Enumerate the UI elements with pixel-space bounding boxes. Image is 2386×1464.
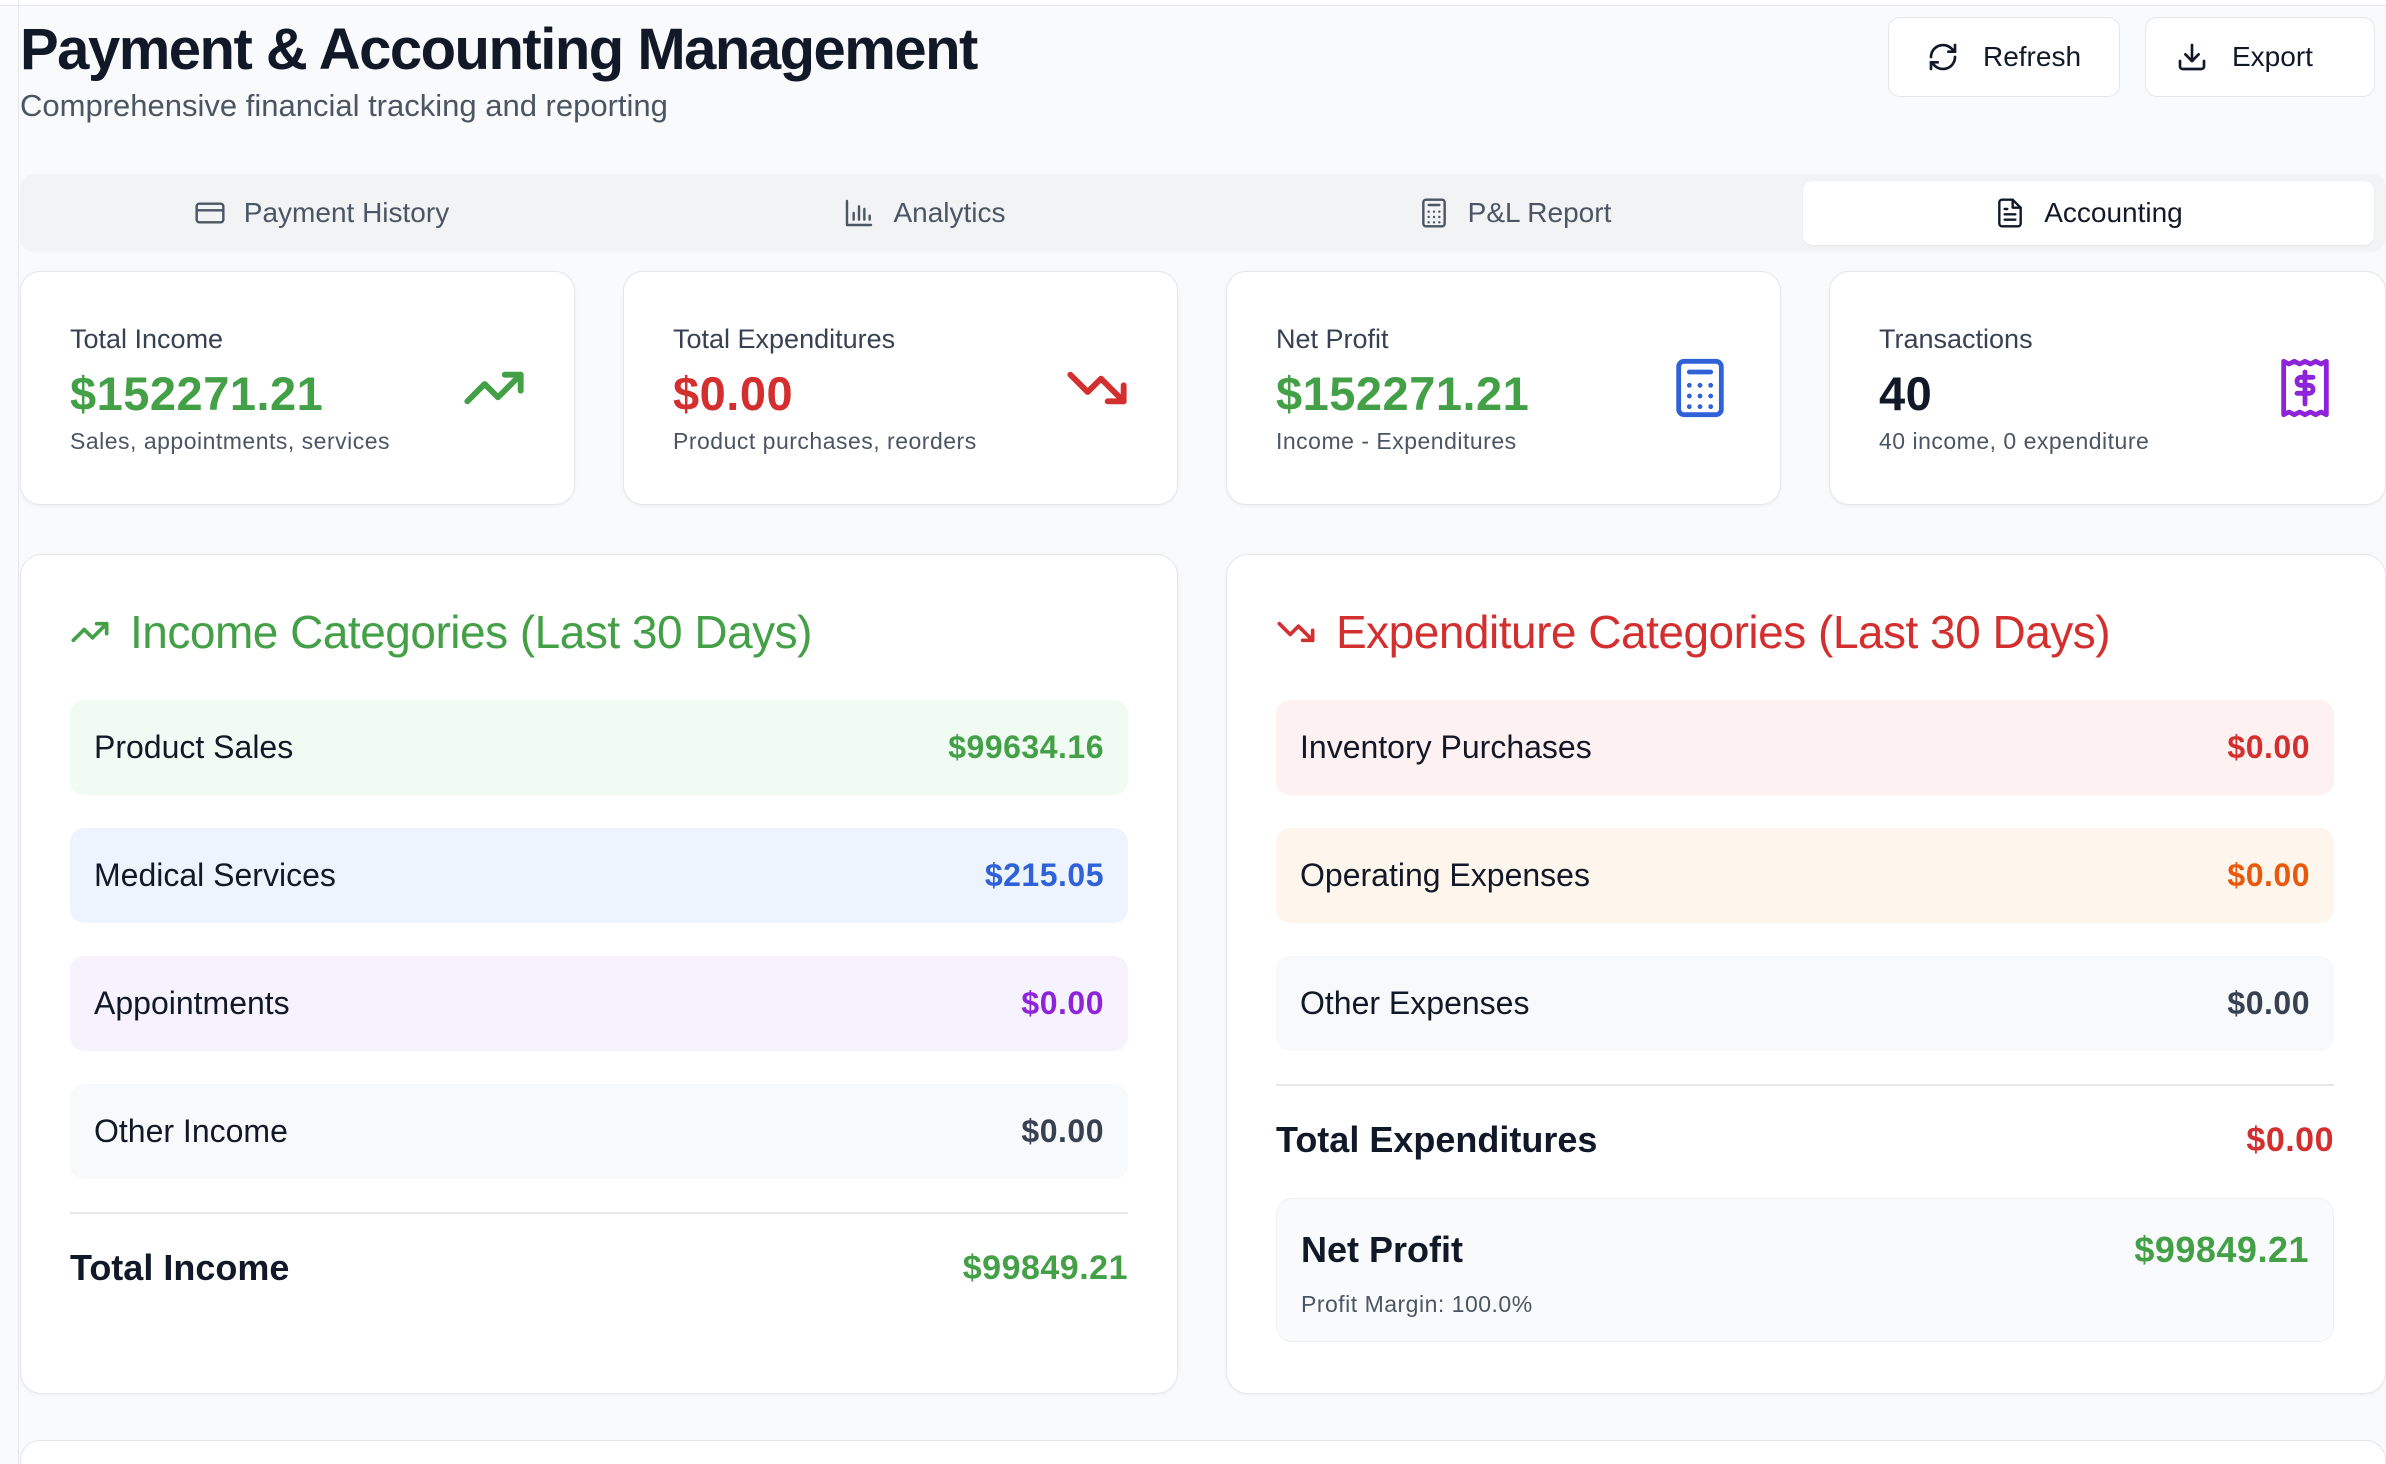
tab-payment-history[interactable]: Payment History: [20, 181, 623, 245]
expenditure-title-text: Expenditure Categories (Last 30 Days): [1336, 606, 2111, 658]
row-label: Other Income: [94, 1113, 288, 1149]
expenditure-row-other-expenses: Other Expenses $0.00: [1276, 956, 2334, 1051]
row-amount: $0.00: [2227, 985, 2310, 1021]
stat-label: Total Expenditures: [673, 324, 896, 354]
row-label: Medical Services: [94, 857, 336, 893]
tab-bar: Payment History Analytics P&L Report Acc…: [20, 174, 2386, 252]
stat-description: Income - Expenditures: [1276, 428, 1517, 454]
stat-label: Transactions: [1879, 324, 2033, 354]
stat-value: 40: [1879, 367, 1933, 420]
tab-label: P&L Report: [1467, 197, 1612, 228]
expenditure-categories-card: Expenditure Categories (Last 30 Days) In…: [1226, 554, 2386, 1394]
calculator-icon: [1676, 358, 1724, 418]
export-label: Export: [2232, 41, 2313, 72]
bottom-card: [20, 1440, 2386, 1464]
export-button[interactable]: Export: [2145, 17, 2375, 97]
expenditure-categories-title: Expenditure Categories (Last 30 Days): [1276, 605, 2111, 659]
row-amount: $0.00: [1021, 985, 1104, 1021]
row-amount: $0.00: [1021, 1113, 1104, 1149]
tab-label: Payment History: [243, 197, 450, 228]
stat-label: Total Income: [70, 324, 224, 354]
download-icon: [2178, 43, 2206, 71]
refresh-label: Refresh: [1982, 41, 2082, 72]
expenditure-row-inventory-purchases: Inventory Purchases $0.00: [1276, 700, 2334, 795]
stat-value: $152271.21: [70, 367, 324, 420]
row-amount: $215.05: [984, 857, 1104, 893]
top-border: [0, 0, 2386, 6]
row-label: Appointments: [94, 985, 290, 1021]
expenditure-row-operating-expenses: Operating Expenses $0.00: [1276, 828, 2334, 923]
stat-card-transactions: Transactions 40 40 income, 0 expenditure: [1829, 271, 2386, 505]
row-amount: $99634.16: [948, 729, 1104, 765]
net-profit-value: $99849.21: [2134, 1229, 2309, 1270]
page-title: Payment & Accounting Management: [20, 17, 978, 82]
income-categories-title: Income Categories (Last 30 Days): [70, 605, 812, 659]
credit-card-icon: [195, 202, 225, 224]
stat-card-net-profit: Net Profit $152271.21 Income - Expenditu…: [1226, 271, 1781, 505]
stat-label: Net Profit: [1276, 324, 1389, 354]
net-profit-label: Net Profit: [1301, 1229, 1463, 1270]
trending-down-icon: [1277, 621, 1315, 643]
trending-up-icon: [71, 621, 109, 643]
stat-description: Sales, appointments, services: [70, 428, 391, 454]
expenditure-total: Total Expenditures $0.00: [1276, 1113, 2334, 1167]
income-title-text: Income Categories (Last 30 Days): [130, 606, 812, 658]
profit-margin-text: Profit Margin: 100.0%: [1301, 1291, 1533, 1317]
trending-down-icon: [1067, 371, 1127, 405]
income-total: Total Income $99849.21: [70, 1241, 1128, 1295]
stat-value: $152271.21: [1276, 367, 1530, 420]
left-border: [18, 0, 19, 1464]
calculator-icon: [1421, 198, 1446, 228]
bar-chart-icon: [846, 199, 873, 227]
receipt-icon: [2281, 358, 2329, 418]
total-value: $0.00: [2246, 1120, 2334, 1159]
income-row-appointments: Appointments $0.00: [70, 956, 1128, 1051]
total-value: $99849.21: [962, 1248, 1128, 1287]
net-profit-box: Net Profit $99849.21 Profit Margin: 100.…: [1276, 1198, 2334, 1342]
row-label: Product Sales: [94, 729, 294, 765]
tab-analytics[interactable]: Analytics: [623, 181, 1226, 245]
row-label: Operating Expenses: [1300, 857, 1590, 893]
income-row-medical-services: Medical Services $215.05: [70, 828, 1128, 923]
income-row-other-income: Other Income $0.00: [70, 1084, 1128, 1179]
tab-label: Accounting: [2044, 197, 2183, 228]
tab-accounting[interactable]: Accounting: [1803, 181, 2374, 245]
row-amount: $0.00: [2227, 857, 2310, 893]
total-label: Total Expenditures: [1276, 1119, 1598, 1160]
stat-description: Product purchases, reorders: [673, 428, 977, 454]
trending-up-icon: [464, 371, 524, 405]
tab-pl-report[interactable]: P&L Report: [1226, 181, 1803, 245]
divider: [70, 1212, 1128, 1214]
refresh-button[interactable]: Refresh: [1888, 17, 2120, 97]
stat-card-total-expenditures: Total Expenditures $0.00 Product purchas…: [623, 271, 1178, 505]
row-label: Inventory Purchases: [1300, 729, 1592, 765]
stat-card-total-income: Total Income $152271.21 Sales, appointme…: [20, 271, 575, 505]
file-text-icon: [1998, 198, 2023, 228]
refresh-icon: [1929, 43, 1957, 71]
total-label: Total Income: [70, 1247, 290, 1288]
row-amount: $0.00: [2227, 729, 2310, 765]
stat-value: $0.00: [673, 367, 794, 420]
page-subtitle: Comprehensive financial tracking and rep…: [20, 88, 668, 123]
row-label: Other Expenses: [1300, 985, 1530, 1021]
divider: [1276, 1084, 2334, 1086]
income-row-product-sales: Product Sales $99634.16: [70, 700, 1128, 795]
tab-label: Analytics: [893, 197, 1006, 228]
stat-description: 40 income, 0 expenditure: [1879, 428, 2150, 454]
income-categories-card: Income Categories (Last 30 Days) Product…: [20, 554, 1178, 1394]
